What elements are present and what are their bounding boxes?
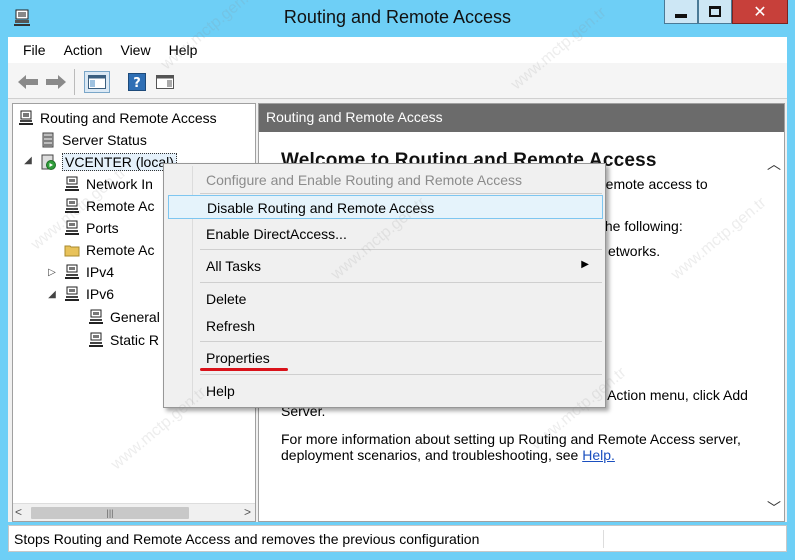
menu-item-configure-enable[interactable]: Configure and Enable Routing and Remote …: [168, 168, 603, 192]
tree-label: VCENTER (local): [62, 153, 177, 171]
tree-label: Routing and Remote Access: [40, 110, 217, 126]
tree-label: IPv6: [86, 286, 115, 302]
tree-item-general[interactable]: General: [87, 307, 160, 327]
show-hide-console-tree-button[interactable]: [84, 71, 110, 93]
rras-icon: [17, 109, 35, 127]
scroll-up-icon[interactable]: ︿: [764, 154, 784, 172]
minimize-icon: [675, 13, 687, 18]
status-panel: [603, 530, 783, 548]
scroll-left-icon[interactable]: <: [15, 505, 22, 519]
static-routes-icon: [87, 331, 105, 349]
show-hide-action-pane-button[interactable]: [154, 71, 176, 93]
server-status-icon: [39, 131, 57, 149]
tree-label: Remote Ac: [86, 198, 155, 214]
menu-separator: [200, 282, 602, 283]
action-pane-icon: [156, 75, 174, 89]
details-header: Routing and Remote Access: [259, 104, 784, 132]
menu-item-refresh[interactable]: Refresh: [168, 314, 603, 338]
tree-label: Remote Ac: [86, 242, 155, 258]
context-menu: Configure and Enable Routing and Remote …: [163, 163, 606, 408]
console-tree-icon: [88, 75, 106, 89]
tree-item-ipv6[interactable]: IPv6: [63, 284, 114, 304]
tree-item-root[interactable]: Routing and Remote Access: [17, 108, 217, 128]
tree-item-remote-access-logging[interactable]: Remote Ac: [63, 240, 154, 260]
help-icon: ?: [128, 73, 146, 91]
folder-icon: [63, 241, 81, 259]
maximize-icon: [709, 6, 721, 17]
menu-view[interactable]: View: [111, 42, 159, 58]
tree-item-network-interfaces[interactable]: Network In: [63, 174, 153, 194]
ipv4-icon: [63, 263, 81, 281]
red-annotation-underline: [200, 368, 288, 371]
server-running-icon: [39, 153, 57, 171]
menu-item-enable-directaccess[interactable]: Enable DirectAccess...: [168, 222, 603, 246]
horizontal-scrollbar[interactable]: < ||| >: [13, 503, 255, 521]
scroll-right-icon[interactable]: >: [244, 505, 251, 519]
status-bar: Stops Routing and Remote Access and remo…: [8, 525, 787, 552]
toolbar-separator: [74, 69, 75, 95]
menu-item-help[interactable]: Help: [168, 379, 603, 403]
more-info-body: For more information about setting up Ro…: [281, 431, 741, 463]
menu-help[interactable]: Help: [160, 42, 207, 58]
vertical-scrollbar[interactable]: ︿ ﹀: [764, 154, 784, 516]
menu-separator: [200, 374, 602, 375]
menu-separator: [200, 249, 602, 250]
help-button[interactable]: ?: [126, 71, 148, 93]
scroll-down-icon[interactable]: ﹀: [764, 498, 784, 516]
tree-item-server[interactable]: VCENTER (local): [39, 152, 177, 172]
forward-button[interactable]: [44, 71, 68, 93]
close-icon: ✕: [753, 2, 767, 21]
back-button[interactable]: [16, 71, 40, 93]
remote-clients-icon: [63, 197, 81, 215]
scrollbar-thumb[interactable]: |||: [31, 507, 189, 519]
title-bar[interactable]: Routing and Remote Access ✕: [0, 0, 795, 36]
back-arrow-icon: [18, 75, 38, 89]
tree-label: Ports: [86, 220, 119, 236]
status-text: Stops Routing and Remote Access and remo…: [14, 531, 480, 547]
tree-item-remote-access-clients[interactable]: Remote Ac: [63, 196, 154, 216]
forward-arrow-icon: [46, 75, 66, 89]
general-icon: [87, 308, 105, 326]
menu-action[interactable]: Action: [55, 42, 112, 58]
maximize-button[interactable]: [698, 0, 732, 24]
menu-bar: File Action View Help: [8, 37, 787, 63]
menu-label: All Tasks: [206, 258, 261, 274]
svg-text:?: ?: [133, 76, 141, 91]
tree-label: Static R: [110, 332, 160, 348]
tree-label: IPv4: [86, 264, 115, 280]
minimize-button[interactable]: [664, 0, 698, 24]
tree-label: Network In: [86, 176, 153, 192]
toolbar: ?: [8, 63, 787, 99]
tree-item-ipv4[interactable]: IPv4: [63, 262, 114, 282]
app-window: Routing and Remote Access ✕ File Action …: [0, 0, 795, 560]
collapse-arrow-icon[interactable]: ◢: [23, 155, 33, 166]
more-info-text: For more information about setting up Ro…: [281, 431, 761, 463]
expand-arrow-icon[interactable]: ▷: [47, 267, 57, 278]
menu-separator: [200, 193, 602, 194]
menu-item-delete[interactable]: Delete: [168, 287, 603, 311]
menu-separator: [200, 341, 602, 342]
tree-item-server-status[interactable]: Server Status: [39, 130, 147, 150]
menu-item-properties[interactable]: Properties: [168, 346, 603, 370]
tree-label: General: [110, 309, 160, 325]
help-link[interactable]: Help.: [582, 447, 615, 463]
tree-item-ports[interactable]: Ports: [63, 218, 119, 238]
menu-file[interactable]: File: [14, 42, 55, 58]
submenu-arrow-icon: ▶: [581, 259, 589, 270]
ipv6-icon: [63, 285, 81, 303]
tree-item-static-routes[interactable]: Static R: [87, 330, 159, 350]
ports-icon: [63, 219, 81, 237]
close-button[interactable]: ✕: [732, 0, 788, 24]
tree-label: Server Status: [62, 132, 147, 148]
menu-item-disable-rras[interactable]: Disable Routing and Remote Access: [168, 195, 603, 219]
collapse-arrow-icon[interactable]: ◢: [47, 289, 57, 300]
network-interface-icon: [63, 175, 81, 193]
menu-item-all-tasks[interactable]: All Tasks ▶: [168, 254, 603, 278]
